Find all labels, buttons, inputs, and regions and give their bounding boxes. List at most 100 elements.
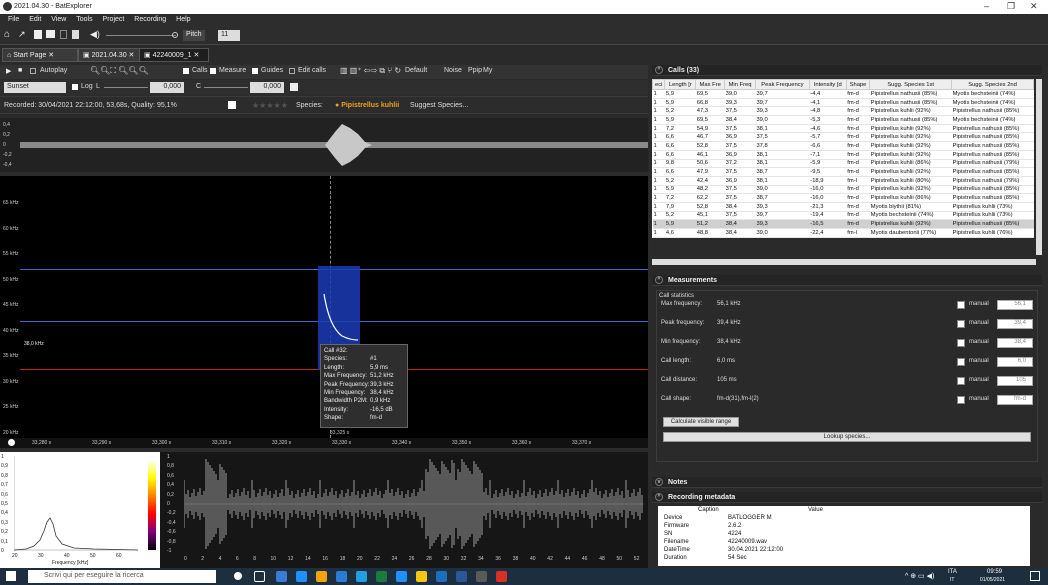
volume-slider-thumb[interactable] [172,32,178,38]
calls-column-header[interactable]: Sugg. Species 2nd [951,79,1034,90]
calls-column-header[interactable]: Sugg. Species 1st [869,79,953,90]
calls-row[interactable]: 1 5,9 69,5 38,4 39,0 -5,3 fm-d Pipistrellus nat… [652,115,1034,125]
calls-row[interactable]: 1 5,2 45,1 37,5 39,7 -19,4 fm-d Myotis bechstei… [652,211,1034,221]
menu-recording[interactable]: Recording [134,14,166,26]
rating-stars[interactable]: ★★★★★ [252,101,288,110]
l-slider[interactable] [104,87,148,88]
menu-help[interactable]: Help [176,14,190,26]
noise-preset-button[interactable]: Noise [444,67,462,74]
app-icon-1[interactable] [276,571,287,582]
expand-icon[interactable]: v [655,478,663,486]
taskbar-search-input[interactable]: Scrivi qui per eseguire la ricerca [28,570,216,583]
tab-project[interactable]: ▣ 2021.04.30 ✕ [78,48,148,62]
measurements-section-header[interactable]: ^ Measurements [652,275,1042,286]
calls-row[interactable]: 1 6,6 52,8 37,5 37,8 -6,6 fm-d Pipistrellus kuh… [652,141,1034,151]
palette-dropdown[interactable]: Sunset [4,82,66,93]
calls-column-header[interactable]: Peak Frequency [754,79,810,90]
play-icon[interactable]: ▶ [6,67,11,75]
calls-row[interactable]: 1 5,9 69,5 39,0 39,7 -4,4 fm-d Pipistrellus nat… [652,89,1034,99]
calls-row[interactable]: 1 7,2 62,2 37,5 38,7 -16,0 fm-d Pipistrellus ku… [652,193,1034,203]
metadata-table[interactable]: Caption Value Device BATLOGGER M Firmware 2… [658,506,1030,566]
spectrogram-panel[interactable]: 65 kHz 60 kHz 55 kHz 50 kHz 45 kHz 40 kHz 35 k… [0,176,648,448]
calls-row[interactable]: 1 6,6 46,1 36,9 38,1 -7,1 fm-d Pipistrellus kuh… [652,150,1034,160]
calls-column-header[interactable]: Min Freq [724,79,756,90]
calls-table[interactable]: eci Length [r Max Fre Min Freq Peak Frequenc… [651,79,1034,238]
task-view-icon[interactable] [254,571,265,582]
save-icon[interactable] [34,30,42,39]
windows-start-icon[interactable] [6,571,16,581]
default-preset-button[interactable]: Default [405,67,427,74]
calls-row[interactable]: 1 9,8 50,6 37,2 38,1 -5,9 fm-d Pipistrellus kuh… [652,159,1034,169]
species-value[interactable]: ● Pipistrellus kuhlii [335,102,399,109]
edit-calls-checkbox[interactable] [289,68,295,74]
lookup-species-button[interactable]: Lookup species... [663,432,1031,442]
collapse-icon[interactable]: ^ [655,66,663,74]
batexplorer-icon[interactable] [476,571,487,582]
tab-recording[interactable]: ▣ 42240009_1 ✕ [139,48,209,62]
pitch-dropdown[interactable]: Pitch [183,30,205,41]
chart-icon[interactable]: ↗ [18,29,26,40]
tab-start-page[interactable]: ⌂ Start Page ✕ [2,48,78,62]
l-value-input[interactable]: 0,000 [150,82,184,93]
menu-project[interactable]: Project [103,14,125,26]
calls-scrollbar[interactable] [1036,79,1042,255]
envelope-panel[interactable]: 1 0,8 0,6 0,4 0,2 0 -0,2 -0,4 -0,6 -0,8 -1 0 2 4 6 8 10… [164,452,648,568]
notes-section-header[interactable]: v Notes [652,477,1042,488]
manual-checkbox[interactable] [957,339,965,347]
manual-value-input[interactable]: fm-d [997,395,1033,405]
metadata-section-header[interactable]: ^ Recording metadata [652,492,1042,503]
calls-row[interactable]: 1 5,9 48,2 37,5 39,0 -16,0 fm-d Pipistrellus ku… [652,185,1034,195]
log-checkbox[interactable] [72,84,78,90]
calls-column-header[interactable]: Max Fre [695,79,726,90]
cortana-icon[interactable] [234,572,242,580]
menu-view[interactable]: View [51,14,66,26]
guides-checkbox[interactable] [252,68,258,74]
acrobat-icon[interactable] [496,571,507,582]
calls-row[interactable]: 1 4,6 48,8 38,4 39,0 -22,4 fm-l Myotis daubento… [652,228,1034,238]
manual-checkbox[interactable] [957,320,965,328]
manual-value-input[interactable]: 6,0 [997,357,1033,367]
collapse-icon[interactable]: ^ [655,493,663,501]
calls-row[interactable]: 1 5,2 47,3 37,5 39,3 -4,8 fm-d Pipistrellus kuh… [652,106,1034,117]
playhead-icon[interactable] [8,439,15,446]
app-icon-3[interactable] [356,571,367,582]
calls-section-header[interactable]: ^ Calls (33) [652,65,1042,76]
calls-row[interactable]: 1 5,9 66,8 39,3 39,7 -4,1 fm-d Pipistrellus nat… [652,98,1034,108]
calls-row[interactable]: 1 5,2 42,4 36,9 38,1 -18,9 fm-l Pipistrellus ku… [652,176,1034,186]
taskbar-date[interactable]: 01/05/2021 [980,577,1005,583]
app-icon-5[interactable] [436,571,447,582]
calls-hscrollbar[interactable] [652,259,1036,265]
waveform-panel[interactable]: 0,4 0,2 0 -0,2 -0,4 [0,118,648,172]
volume-slider[interactable] [106,35,176,36]
manual-value-input[interactable]: 39,4 [997,319,1033,329]
calls-column-header[interactable]: eci [651,79,666,90]
calls-row[interactable]: 1 7,2 54,9 37,5 38,1 -4,6 fm-d Pipistrellus kuh… [652,124,1034,134]
autoplay-checkbox[interactable] [30,68,36,74]
menu-tools[interactable]: Tools [76,14,92,26]
app-icon-2[interactable] [336,571,347,582]
chrome-icon[interactable] [316,571,327,582]
home-icon[interactable]: ⌂ [4,29,10,40]
close-button[interactable]: ✕ [1030,1,1038,12]
manual-value-input[interactable]: 56,1 [997,300,1033,310]
suggest-species-link[interactable]: Suggest Species... [410,102,468,109]
folder-icon[interactable] [46,30,55,38]
word-icon[interactable] [456,571,467,582]
zoom-icon[interactable]: 🔍︎🔍︎⛶ 🔍︎🔍︎🔍︎ [90,66,149,76]
manual-checkbox[interactable] [957,396,965,404]
measure-checkbox[interactable] [210,68,216,74]
taskbar-clock[interactable]: 09:59 [987,569,1002,575]
manual-checkbox[interactable] [957,377,965,385]
spectrum-panel[interactable]: 1 0,9 0,8 0,7 0,6 0,5 0,4 0,3 0,2 0,1 0 20 30 40 50 60… [0,452,160,568]
my-preset-button[interactable]: My [483,67,492,74]
excel-icon[interactable] [376,571,387,582]
calls-checkbox[interactable] [183,68,189,74]
calls-row[interactable]: 1 7,9 52,8 38,4 39,3 -21,3 fm-d Myotis blythii … [652,202,1034,212]
reset-icon[interactable] [290,83,298,91]
calls-column-header[interactable]: Length [r [664,79,697,90]
folder-icon[interactable] [416,571,427,582]
copy-icon[interactable] [60,30,67,39]
calls-column-header[interactable]: Shape [845,79,871,90]
edge-icon[interactable] [296,571,307,582]
ppip-preset-button[interactable]: Ppip [468,67,482,74]
